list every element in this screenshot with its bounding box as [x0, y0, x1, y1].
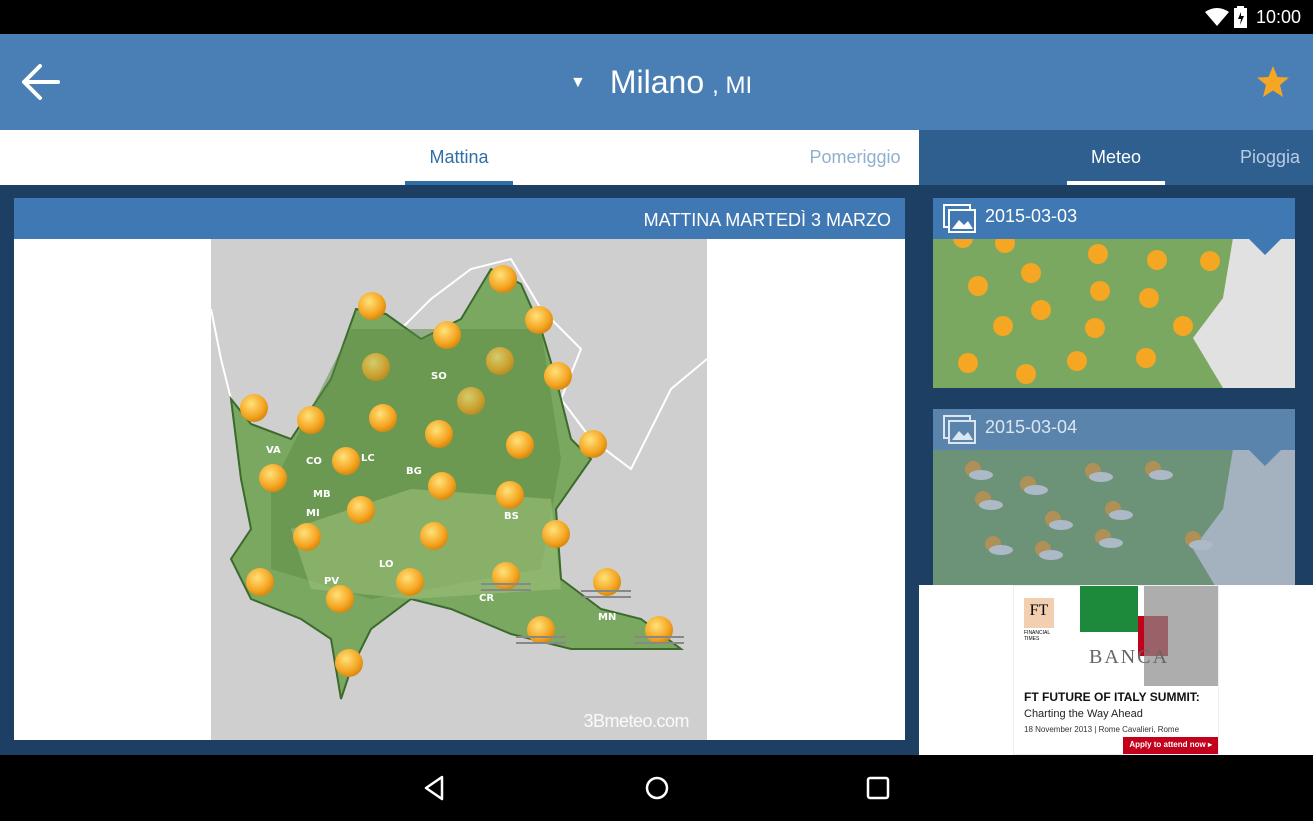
forecast-card: MATTINA MARTEDÌ 3 MARZO SO VA CO LC BG M…: [14, 198, 905, 740]
favorite-star-icon[interactable]: [1255, 64, 1291, 100]
tab-pomeriggio[interactable]: Pomeriggio: [800, 130, 910, 185]
map-label-co: CO: [306, 456, 322, 467]
map-label-mb: MB: [313, 489, 331, 500]
thumbnail-header: 2015-03-04: [933, 409, 1295, 450]
thumbnail-notch: [1249, 239, 1281, 255]
ft-logo: FT: [1024, 598, 1054, 628]
province-code: , MI: [712, 72, 753, 99]
ft-logo-sub: FINANCIAL TIMES: [1024, 630, 1050, 642]
tab-meteo[interactable]: Meteo: [1067, 130, 1165, 185]
location-selector[interactable]: ▼ Milano , MI: [570, 64, 752, 104]
thumbnail-date: 2015-03-03: [985, 206, 1078, 226]
tab-label: Mattina: [429, 147, 489, 167]
map-label-bs: BS: [504, 511, 519, 522]
map-type-tabs: Meteo Pioggia: [919, 130, 1313, 185]
ad-creative[interactable]: FT FINANCIAL TIMES BANCA FT FUTURE OF IT…: [1013, 585, 1219, 755]
map-label-mi: MI: [306, 508, 320, 519]
tab-mattina[interactable]: Mattina: [405, 130, 513, 185]
time-of-day-tabs: Mattina Pomeriggio: [0, 130, 919, 185]
map-watermark: 3Bmeteo.com: [583, 711, 689, 731]
ad-subtitle: Charting the Way Ahead: [1024, 708, 1143, 720]
tab-label: Pomeriggio: [809, 147, 901, 167]
map-label-mn: MN: [598, 612, 616, 623]
image-icon: [943, 415, 976, 444]
forecast-card-header: MATTINA MARTEDÌ 3 MARZO: [14, 198, 905, 239]
status-bar: 10:00: [0, 0, 1313, 34]
tab-label: Pioggia: [1239, 147, 1301, 167]
tab-label: Meteo: [1090, 147, 1142, 167]
map-label-lc: LC: [361, 453, 375, 464]
image-icon: [943, 204, 976, 233]
app-bar: ▼ Milano , MI: [0, 34, 1313, 130]
thumbnail-date: 2015-03-04: [985, 417, 1078, 437]
map-label-so: SO: [431, 371, 447, 382]
forecast-panel: MATTINA MARTEDÌ 3 MARZO SO VA CO LC BG M…: [0, 185, 919, 755]
dropdown-caret-icon: ▼: [570, 74, 586, 91]
battery-icon: [1234, 6, 1247, 28]
ad-building-photo: [1144, 586, 1218, 686]
tab-pioggia[interactable]: Pioggia: [1225, 130, 1313, 185]
map-label-bg: BG: [406, 466, 422, 477]
ad-title: FT FUTURE OF ITALY SUMMIT:: [1024, 690, 1200, 704]
wifi-icon: [1205, 8, 1229, 26]
day-thumbnail[interactable]: 2015-03-03: [933, 198, 1295, 388]
ad-banca-text: BANCA: [1089, 646, 1170, 668]
map-label-va: VA: [266, 445, 281, 456]
ad-cta-button[interactable]: Apply to attend now ▸: [1123, 737, 1218, 754]
day-thumbnails: 2015-03-03 2015-03-04: [919, 185, 1313, 599]
weather-map[interactable]: SO VA CO LC BG MB MI BS LO PV CR MN 3Bme…: [211, 239, 707, 740]
nav-home-icon[interactable]: [642, 773, 672, 803]
clock: 10:00: [1255, 7, 1301, 27]
ad-banner[interactable]: FT FINANCIAL TIMES BANCA FT FUTURE OF IT…: [919, 585, 1313, 755]
map-label-lo: LO: [379, 559, 394, 570]
nav-recents-icon[interactable]: [863, 773, 893, 803]
nav-back-icon[interactable]: [420, 773, 450, 803]
map-label-cr: CR: [479, 593, 494, 604]
thumbnail-notch: [1249, 450, 1281, 466]
back-arrow-icon[interactable]: [18, 62, 62, 102]
city-name: Milano: [609, 64, 705, 100]
day-thumbnail[interactable]: 2015-03-04: [933, 409, 1295, 599]
system-nav-bar: [0, 755, 1313, 821]
ad-details: 18 November 2013 | Rome Cavalieri, Rome: [1024, 725, 1180, 734]
lombardy-map: SO VA CO LC BG MB MI BS LO PV CR MN: [211, 257, 707, 700]
thumbnail-header: 2015-03-03: [933, 198, 1295, 239]
ad-flag-green: [1080, 586, 1138, 632]
